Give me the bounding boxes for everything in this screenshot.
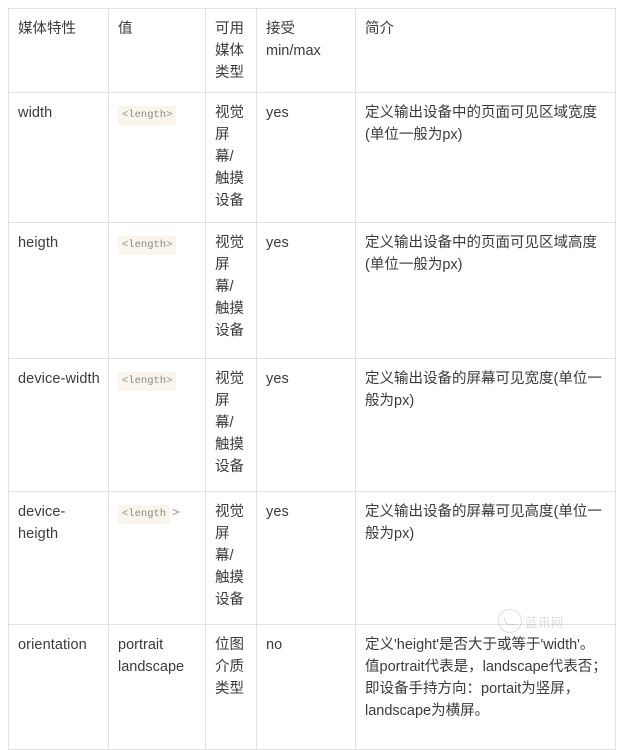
cell-value: <length> xyxy=(108,491,206,626)
cell-feature: device-width xyxy=(8,358,109,493)
cell-description: 定义输出设备中的页面可见区域宽度(单位一般为px) xyxy=(355,92,616,224)
table-row: orientation portrait landscape 位图介质类型 no… xyxy=(8,624,616,750)
table-header-row: 媒体特性 值 可用 媒体 类型 接受 min/max 简介 xyxy=(8,7,616,94)
cell-value: portrait landscape xyxy=(108,624,206,750)
table-row: heigth <length> 视觉屏幕/触摸设备 yes 定义输出设备中的页面… xyxy=(8,222,616,360)
cell-description: 定义输出设备中的页面可见区域高度(单位一般为px) xyxy=(355,222,616,360)
column-header-minmax-line2: min/max xyxy=(266,43,321,60)
cell-minmax: yes xyxy=(256,222,356,360)
cell-media-type: 视觉屏幕/触摸设备 xyxy=(205,358,257,493)
value-token-tail xyxy=(176,373,178,387)
table-header: 媒体特性 值 可用 媒体 类型 接受 min/max 简介 xyxy=(8,7,616,94)
cell-minmax: yes xyxy=(256,491,356,626)
column-header-minmax: 接受 min/max xyxy=(256,7,356,94)
cell-media-type: 视觉屏幕/触摸设备 xyxy=(205,491,257,626)
table-body: width <length> 视觉屏幕/触摸设备 yes 定义输出设备中的页面可… xyxy=(8,92,616,750)
value-token-tail: > xyxy=(172,506,180,521)
table-row: device-heigth <length > 视觉屏幕/触摸设备 yes 定义输… xyxy=(8,491,616,626)
length-token: <length> xyxy=(118,236,177,255)
column-header-media-type-line3: 类型 xyxy=(215,65,244,82)
media-features-table: 媒体特性 值 可用 媒体 类型 接受 min/max 简介 width <len… xyxy=(8,7,616,750)
cell-description: 定义输出设备的屏幕可见高度(单位一般为px) xyxy=(355,491,616,626)
cell-minmax: yes xyxy=(256,92,356,224)
value-token-tail xyxy=(176,107,178,121)
table-row: device-width <length> 视觉屏幕/触摸设备 yes 定义输出… xyxy=(8,358,616,493)
column-header-media-type: 可用 媒体 类型 xyxy=(205,7,257,94)
cell-value: <length> xyxy=(108,358,206,493)
column-header-media-type-line2: 媒体 xyxy=(215,43,244,60)
cell-media-type: 视觉屏幕/触摸设备 xyxy=(205,92,257,224)
page-root: 媒体特性 值 可用 媒体 类型 接受 min/max 简介 width <len… xyxy=(0,0,623,750)
column-header-description: 简介 xyxy=(355,7,616,94)
cell-feature: width xyxy=(8,92,109,224)
cell-description: 定义输出设备的屏幕可见宽度(单位一般为px) xyxy=(355,358,616,493)
cell-media-type: 位图介质类型 xyxy=(205,624,257,750)
column-header-value: 值 xyxy=(108,7,206,94)
cell-media-type: 视觉屏幕/触摸设备 xyxy=(205,222,257,360)
cell-feature: device-heigth xyxy=(8,491,109,626)
column-header-feature: 媒体特性 xyxy=(8,7,109,94)
cell-value: <length> xyxy=(108,222,206,360)
cell-feature: orientation xyxy=(8,624,109,750)
value-token-tail xyxy=(176,237,178,251)
cell-minmax: no xyxy=(256,624,356,750)
length-token: <length xyxy=(118,505,171,524)
table-row: width <length> 视觉屏幕/触摸设备 yes 定义输出设备中的页面可… xyxy=(8,92,616,224)
length-token: <length> xyxy=(118,372,177,391)
cell-description: 定义'height'是否大于或等于'width'。值portrait代表是，la… xyxy=(355,624,616,750)
cell-value: <length> xyxy=(108,92,206,224)
length-token: <length> xyxy=(118,106,177,125)
column-header-media-type-line1: 可用 xyxy=(215,21,244,37)
cell-feature: heigth xyxy=(8,222,109,360)
value-plain: portrait landscape xyxy=(118,637,185,676)
cell-minmax: yes xyxy=(256,358,356,493)
column-header-minmax-line1: 接受 xyxy=(266,21,295,37)
